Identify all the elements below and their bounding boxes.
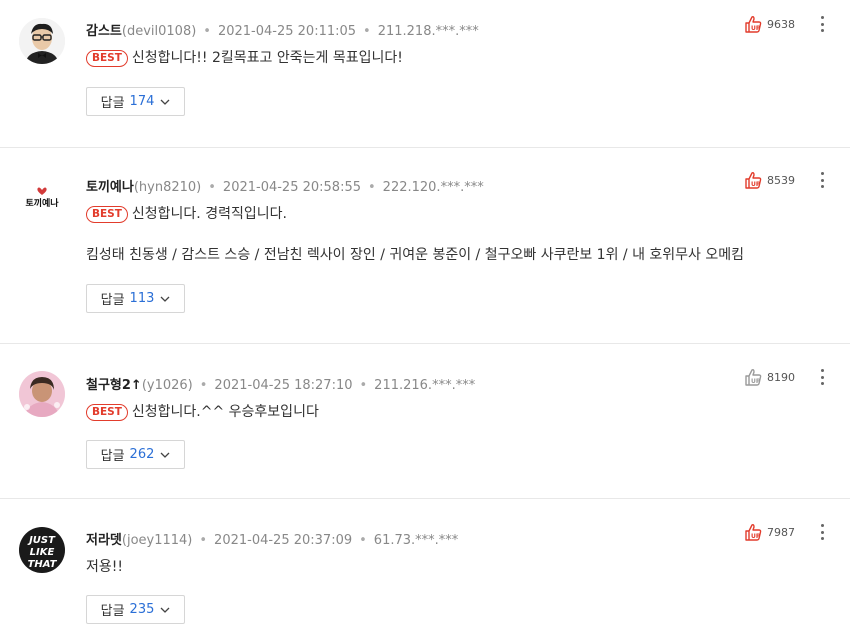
reply-count: 235	[129, 602, 155, 617]
thumbs-up-icon: UP	[745, 172, 762, 189]
comment-text: 신청합니다.^^ 우승후보입니다	[131, 404, 319, 420]
best-badge: BEST	[86, 206, 128, 223]
comment-ip: 211.218.***.***	[377, 24, 479, 39]
comment-user-id: (devil0108)	[121, 24, 197, 39]
comment-user-id: (joey1114)	[121, 533, 193, 548]
reply-count: 174	[129, 94, 155, 109]
avatar-text: JUST LIKE THAT	[27, 535, 58, 570]
comment-meta: 저라뎃(joey1114) • 2021-04-25 20:37:09 • 61.73.…	[86, 529, 458, 548]
thumbs-up-icon: UP	[745, 369, 762, 386]
comment-nickname[interactable]: 감스트	[86, 24, 122, 39]
svg-text:UP: UP	[751, 25, 761, 32]
more-vertical-icon[interactable]	[819, 172, 825, 188]
chevron-down-icon	[160, 296, 170, 302]
svg-text:UP: UP	[751, 533, 761, 540]
chevron-down-icon	[160, 607, 170, 613]
separator-dot: •	[368, 180, 376, 195]
separator-dot: •	[208, 180, 216, 195]
comment-user-id: (hyn8210)	[133, 180, 202, 195]
comment-text: 신청합니다!! 2킬목표고 안죽는게 목표입니다!	[131, 50, 403, 66]
separator-dot: •	[363, 24, 371, 39]
avatar[interactable]: 토끼예나	[19, 176, 65, 222]
like-count: 7987	[767, 525, 795, 539]
avatar-image	[19, 371, 65, 417]
reply-button[interactable]: 답글 113	[86, 284, 185, 313]
like-button[interactable]: UP 8539	[743, 170, 795, 190]
avatar-text: 토끼예나	[25, 197, 59, 209]
reply-label: 답글	[100, 293, 125, 308]
reply-button[interactable]: 답글 235	[86, 595, 185, 624]
separator-dot: •	[199, 378, 208, 393]
comment-datetime: 2021-04-25 18:27:10	[214, 378, 353, 393]
like-count: 9638	[767, 17, 795, 31]
separator-dot: •	[359, 533, 367, 548]
comment-ip: 222.120.***.***	[382, 180, 484, 195]
reply-count: 113	[129, 291, 155, 306]
like-button[interactable]: UP 7987	[743, 522, 795, 542]
comment-item: JUST LIKE THAT 저라뎃(joey1114) • 2021-04-25 20…	[0, 499, 850, 638]
avatar[interactable]	[19, 18, 65, 64]
comment-text-extra: 킴성태 친동생 / 감스트 스승 / 전남친 렉사이 장인 / 귀여운 봉준이 …	[86, 247, 745, 263]
comment-datetime: 2021-04-25 20:37:09	[214, 533, 353, 548]
best-badge: BEST	[86, 404, 128, 421]
comment-item: 감스트(devil0108) • 2021-04-25 20:11:05 • 211.2…	[0, 0, 850, 148]
more-vertical-icon[interactable]	[819, 16, 825, 32]
reply-button[interactable]: 답글 262	[86, 440, 185, 469]
comment-item: 토끼예나 토끼예나(hyn8210) • 2021-04-25 20:58:55 • 2…	[0, 148, 850, 344]
svg-text:UP: UP	[751, 181, 761, 188]
svg-text:UP: UP	[751, 378, 761, 385]
comment-meta: 토끼예나(hyn8210) • 2021-04-25 20:58:55 • 222.12…	[86, 176, 484, 195]
comment-nickname[interactable]: 토끼예나	[86, 180, 134, 195]
comment-datetime: 2021-04-25 20:11:05	[217, 24, 357, 39]
like-button[interactable]: UP 9638	[743, 14, 795, 34]
avatar[interactable]	[19, 371, 65, 417]
like-count: 8539	[767, 173, 795, 187]
reply-label: 답글	[100, 96, 125, 111]
more-vertical-icon[interactable]	[819, 524, 825, 540]
avatar[interactable]: JUST LIKE THAT	[19, 527, 65, 573]
comment-ip: 61.73.***.***	[373, 533, 459, 548]
comment-meta: 철구형2↑(y1026) • 2021-04-25 18:27:10 • 211.216…	[86, 374, 475, 393]
chevron-down-icon	[160, 99, 170, 105]
reply-button[interactable]: 답글 174	[86, 87, 185, 116]
comment-text: 신청합니다. 경력직입니다.	[131, 206, 287, 222]
avatar-image: JUST LIKE THAT	[19, 527, 65, 573]
comment-text: 저용!!	[86, 559, 123, 575]
reply-label: 답글	[100, 449, 125, 464]
separator-dot: •	[203, 24, 211, 39]
best-badge: BEST	[86, 50, 128, 67]
comment-user-id: (y1026)	[141, 378, 193, 393]
comment-datetime: 2021-04-25 20:58:55	[222, 180, 361, 195]
chevron-down-icon	[160, 452, 170, 458]
comment-text-line: BEST 신청합니다. 경력직입니다.	[86, 203, 287, 223]
reply-count: 262	[129, 447, 155, 462]
separator-dot: •	[199, 533, 208, 548]
like-button[interactable]: UP 8190	[743, 367, 795, 387]
separator-dot: •	[359, 378, 368, 393]
avatar-image: 토끼예나	[19, 176, 65, 222]
comment-nickname[interactable]: 철구형2↑	[86, 378, 142, 393]
comment-nickname[interactable]: 저라뎃	[86, 533, 122, 548]
comment-text-line: BEST 신청합니다.^^ 우승후보입니다	[86, 401, 319, 421]
like-count: 8190	[767, 370, 795, 384]
avatar-image	[19, 18, 65, 64]
comment-meta: 감스트(devil0108) • 2021-04-25 20:11:05 • 211.2…	[86, 20, 479, 39]
thumbs-up-icon: UP	[745, 16, 762, 33]
comment-item: 철구형2↑(y1026) • 2021-04-25 18:27:10 • 211.216…	[0, 344, 850, 499]
thumbs-up-icon: UP	[745, 524, 762, 541]
comment-text-line: BEST 신청합니다!! 2킬목표고 안죽는게 목표입니다!	[86, 47, 403, 67]
reply-label: 답글	[100, 604, 125, 619]
more-vertical-icon[interactable]	[819, 369, 825, 385]
comment-ip: 211.216.***.***	[374, 378, 476, 393]
